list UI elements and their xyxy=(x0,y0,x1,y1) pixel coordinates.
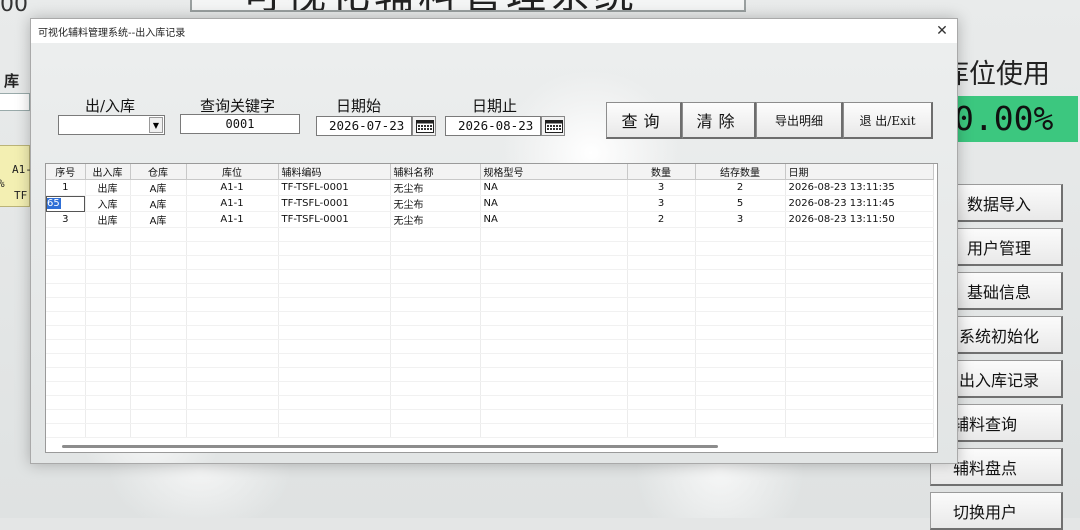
cell-quantity[interactable]: 3 xyxy=(627,179,696,196)
cell-material-code[interactable]: TF-TSFL-0001 xyxy=(278,211,391,228)
cell-quantity[interactable]: 2 xyxy=(627,211,696,228)
usage-title: 库位使用 xyxy=(942,59,1050,90)
empty-row xyxy=(46,255,934,270)
cell-balance[interactable]: 5 xyxy=(695,195,786,212)
cell-date[interactable]: 2026-08-23 13:11:45 xyxy=(785,195,934,212)
cell-material-name[interactable]: 无尘布 xyxy=(390,211,481,228)
direction-select[interactable]: ▼ xyxy=(58,115,165,135)
date-start-label: 日期始 xyxy=(336,97,382,115)
column-header[interactable]: 数量 xyxy=(627,164,696,180)
usage-percent: 0.00% xyxy=(948,96,1078,142)
clear-button[interactable]: 清除 xyxy=(682,102,756,139)
empty-row xyxy=(46,241,934,256)
close-icon[interactable]: ✕ xyxy=(931,20,953,42)
empty-row xyxy=(46,395,934,410)
query-button[interactable]: 查询 xyxy=(606,102,682,139)
empty-row xyxy=(46,269,934,284)
column-header[interactable]: 辅料编码 xyxy=(278,164,391,180)
column-header[interactable]: 序号 xyxy=(46,164,86,180)
calendar-icon[interactable] xyxy=(541,116,565,136)
cell-location[interactable]: A1-1 xyxy=(186,195,279,212)
column-header[interactable]: 库位 xyxy=(186,164,279,180)
empty-row xyxy=(46,325,934,340)
cell-seq[interactable]: 3 xyxy=(46,211,86,228)
cell-balance[interactable]: 2 xyxy=(695,179,786,196)
cell-material-code[interactable]: TF-TSFL-0001 xyxy=(278,179,391,196)
chevron-down-icon[interactable]: ▼ xyxy=(149,117,163,133)
date-start-input[interactable]: 2026-07-23 xyxy=(316,116,412,136)
empty-row xyxy=(46,409,934,424)
exit-button[interactable]: 退 出/Exit xyxy=(843,102,933,139)
empty-row xyxy=(46,339,934,354)
column-header[interactable]: 规格型号 xyxy=(480,164,628,180)
cell-quantity[interactable]: 3 xyxy=(627,195,696,212)
cell-warehouse[interactable]: A库 xyxy=(130,179,187,196)
cell-material-code[interactable]: TF-TSFL-0001 xyxy=(278,195,391,212)
app-title: 可视化辅料管理系统 xyxy=(242,0,638,10)
cell-warehouse[interactable]: A库 xyxy=(130,195,187,212)
cell-balance[interactable]: 3 xyxy=(695,211,786,228)
cell-direction[interactable]: 入库 xyxy=(85,195,131,212)
records-table: 序号 出入库 仓库 库位 辅料编码 辅料名称 规格型号 数量 结存数量 日期 1 xyxy=(46,164,934,438)
dialog-title: 可视化辅料管理系统--出入库记录 xyxy=(38,28,186,39)
empty-row xyxy=(46,353,934,368)
cell-date[interactable]: 2026-08-23 13:11:35 xyxy=(785,179,934,196)
table-row[interactable]: 65 入库 A库 A1-1 TF-TSFL-0001 无尘布 NA 3 5 20… xyxy=(46,195,934,212)
empty-row xyxy=(46,227,934,242)
scrollbar-thumb[interactable] xyxy=(62,445,718,448)
empty-row xyxy=(46,297,934,312)
empty-row xyxy=(46,311,934,326)
left-panel-location-card[interactable]: A1- % TF xyxy=(0,145,32,207)
cell-spec[interactable]: NA xyxy=(480,195,628,212)
cell-date[interactable]: 2026-08-23 13:11:50 xyxy=(785,211,934,228)
calendar-icon[interactable] xyxy=(412,116,436,136)
table-row[interactable]: 1 出库 A库 A1-1 TF-TSFL-0001 无尘布 NA 3 2 202… xyxy=(46,179,934,196)
empty-row xyxy=(46,283,934,298)
cell-material-name[interactable]: 无尘布 xyxy=(390,195,481,212)
left-panel-input[interactable] xyxy=(0,93,30,111)
cell-material-name[interactable]: 无尘布 xyxy=(390,179,481,196)
cell-spec[interactable]: NA xyxy=(480,179,628,196)
left-panel-label: 库 xyxy=(4,72,20,90)
empty-row xyxy=(46,423,934,438)
cell-direction[interactable]: 出库 xyxy=(85,179,131,196)
inout-records-dialog: 可视化辅料管理系统--出入库记录 ✕ 出/入库 查询关键字 日期始 日期止 ▼ … xyxy=(30,18,958,464)
date-end-input[interactable]: 2026-08-23 xyxy=(445,116,541,136)
dialog-titlebar[interactable]: 可视化辅料管理系统--出入库记录 ✕ xyxy=(31,19,957,43)
cell-location[interactable]: A1-1 xyxy=(186,211,279,228)
grid-header-row: 序号 出入库 仓库 库位 辅料编码 辅料名称 规格型号 数量 结存数量 日期 xyxy=(46,164,934,180)
export-details-button[interactable]: 导出明细 xyxy=(756,102,843,139)
location-card-line-2: % xyxy=(0,177,5,190)
cell-seq[interactable]: 1 xyxy=(46,179,86,196)
records-grid[interactable]: 序号 出入库 仓库 库位 辅料编码 辅料名称 规格型号 数量 结存数量 日期 1 xyxy=(45,163,938,453)
keyword-input[interactable]: 0001 xyxy=(180,114,300,134)
empty-row xyxy=(46,367,934,382)
cell-seq-editing[interactable]: 65 xyxy=(46,195,86,212)
location-card-line-3: TF xyxy=(14,189,28,202)
horizontal-scrollbar[interactable] xyxy=(46,442,937,452)
app-title-banner: 可视化辅料管理系统 xyxy=(190,0,746,12)
location-card-line-1: A1- xyxy=(12,163,32,176)
left-panel-fragment: 00 xyxy=(0,0,28,17)
column-header[interactable]: 日期 xyxy=(785,164,934,180)
column-header[interactable]: 辅料名称 xyxy=(390,164,481,180)
column-header[interactable]: 仓库 xyxy=(130,164,187,180)
column-header[interactable]: 结存数量 xyxy=(695,164,786,180)
table-row[interactable]: 3 出库 A库 A1-1 TF-TSFL-0001 无尘布 NA 2 3 202… xyxy=(46,211,934,228)
cell-location[interactable]: A1-1 xyxy=(186,179,279,196)
side-button-switch-user[interactable]: 切换用户 xyxy=(930,492,1063,530)
date-end-label: 日期止 xyxy=(472,97,518,115)
direction-label: 出/入库 xyxy=(85,97,136,115)
cell-direction[interactable]: 出库 xyxy=(85,211,131,228)
cell-seq-selected-text[interactable]: 65 xyxy=(46,198,61,209)
keyword-label: 查询关键字 xyxy=(200,97,276,115)
empty-row xyxy=(46,381,934,396)
column-header[interactable]: 出入库 xyxy=(85,164,131,180)
dialog-body: 出/入库 查询关键字 日期始 日期止 ▼ 0001 2026-07-23 202… xyxy=(31,43,957,463)
cell-spec[interactable]: NA xyxy=(480,211,628,228)
cell-warehouse[interactable]: A库 xyxy=(130,211,187,228)
